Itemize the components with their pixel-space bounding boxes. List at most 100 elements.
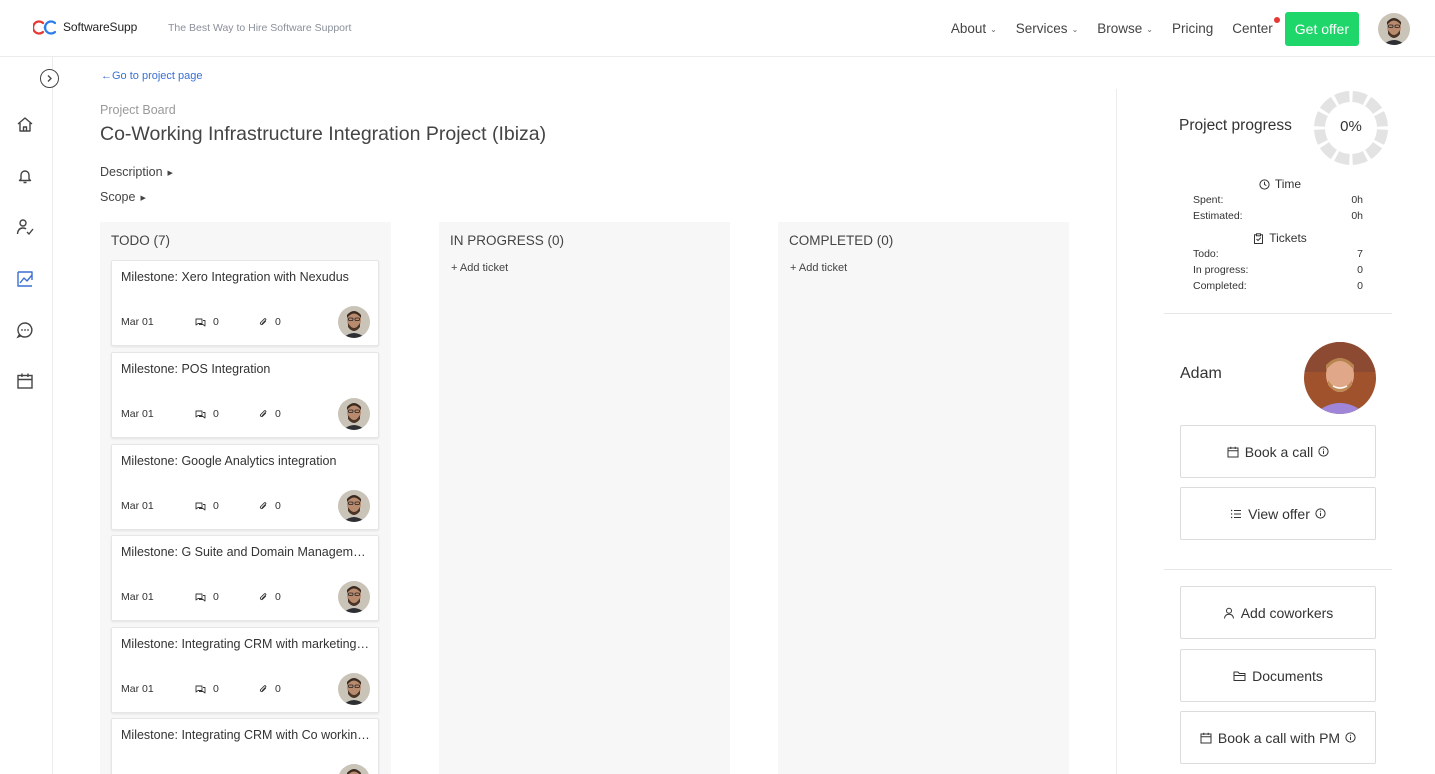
documents-label: Documents [1252, 667, 1323, 684]
stat-label: Todo: [1193, 248, 1219, 260]
assignee-avatar [338, 490, 370, 522]
clipboard-icon [1254, 232, 1264, 244]
comment-icon [195, 502, 206, 510]
get-offer-button[interactable]: Get offer [1284, 11, 1359, 46]
ticket-attachments: 0 [259, 591, 281, 603]
divider [1164, 313, 1392, 314]
ticket-card[interactable]: Milestone: G Suite and Domain Management… [111, 535, 379, 621]
ticket-card[interactable]: Milestone: POS Integration Mar 01 0 0 [111, 352, 379, 438]
nav-center[interactable]: Center [1232, 17, 1280, 36]
info-icon [1318, 446, 1329, 457]
stat-estimated: Estimated: 0h [1193, 210, 1363, 222]
sidebar-item-home[interactable] [15, 115, 35, 135]
description-label: Description [100, 165, 163, 179]
ticket-title: Milestone: Google Analytics integration [121, 454, 337, 468]
documents-button[interactable]: Documents [1180, 649, 1376, 702]
nav-services[interactable]: Services ⌄ [1016, 21, 1078, 36]
home-icon [17, 117, 33, 132]
chevron-down-icon: ⌄ [990, 25, 997, 34]
add-coworkers-button[interactable]: Add coworkers [1180, 586, 1376, 639]
nav-services-label: Services [1015, 21, 1068, 36]
page-title: Co-Working Infrastructure Integration Pr… [100, 123, 547, 145]
clock-icon [1259, 178, 1270, 190]
chart-icon [17, 271, 33, 287]
list-icon [1231, 509, 1242, 518]
ticket-comments: 0 [195, 408, 219, 420]
notification-dot [1273, 17, 1280, 23]
book-call-button[interactable]: Book a call [1180, 425, 1376, 478]
assignee-avatar [338, 398, 370, 430]
pm-avatar [1304, 342, 1376, 414]
ticket-card[interactable]: Milestone: Xero Integration with Nexudus… [111, 260, 379, 346]
stat-value: 0h [1351, 194, 1363, 206]
chevron-down-icon: ⌄ [1146, 25, 1153, 34]
sidebar-item-projects[interactable] [15, 269, 35, 289]
ticket-card[interactable]: Milestone: Google Analytics integration M… [111, 444, 379, 530]
stat-label: In progress: [1193, 264, 1249, 276]
attachment-count: 0 [275, 683, 281, 695]
ticket-date: Mar 01 [121, 683, 154, 695]
add-ticket-button[interactable]: + Add ticket [790, 262, 847, 274]
add-ticket-button[interactable]: + Add ticket [451, 262, 508, 274]
comment-icon [195, 410, 206, 418]
nav-center-label: Center [1232, 21, 1273, 36]
caret-right-icon: ▶ [167, 170, 173, 177]
stat-value: 0 [1357, 280, 1363, 292]
progress-segment [1365, 142, 1383, 160]
left-sidebar [0, 57, 59, 774]
ticket-comments: 0 [195, 316, 219, 328]
logo[interactable]: SoftwareSupp [33, 18, 137, 36]
column-title: IN PROGRESS (0) [450, 233, 565, 248]
attachment-count: 0 [275, 408, 281, 420]
sidebar-item-messages[interactable] [15, 320, 35, 340]
nav-browse-label: Browse [1097, 21, 1143, 36]
ticket-attachments: 0 [259, 683, 281, 695]
nav-pricing[interactable]: Pricing [1172, 21, 1213, 36]
description-toggle[interactable]: Description ▶ [100, 165, 173, 179]
view-offer-button[interactable]: View offer [1180, 487, 1376, 540]
sidebar-item-team[interactable] [15, 217, 35, 237]
ticket-date: Mar 01 [121, 408, 154, 420]
scope-label: Scope [100, 190, 136, 204]
sidebar-toggle-button[interactable] [40, 69, 59, 88]
back-to-project-link[interactable]: ←Go to project page [101, 70, 203, 82]
pm-name: Adam [1180, 365, 1222, 382]
view-offer-label: View offer [1248, 505, 1310, 522]
paperclip-icon [259, 592, 267, 600]
add-coworkers-label: Add coworkers [1240, 604, 1334, 621]
stat-in-progress: In progress: 0 [1193, 264, 1363, 276]
bell-icon [18, 170, 32, 184]
assignee-avatar [338, 673, 370, 705]
stat-label: Spent: [1193, 194, 1224, 206]
user-avatar[interactable] [1378, 12, 1410, 45]
tickets-label: Tickets [1269, 231, 1307, 245]
sidebar-item-calendar[interactable] [15, 371, 35, 391]
book-call-pm-label: Book a call with PM [1217, 729, 1341, 746]
ticket-attachments: 0 [259, 316, 281, 328]
top-navbar: SoftwareSupp The Best Way to Hire Softwa… [0, 0, 1435, 57]
book-call-pm-button[interactable]: Book a call with PM [1180, 711, 1376, 764]
sidebar-item-notifications[interactable] [15, 166, 35, 186]
ticket-comments: 0 [195, 500, 219, 512]
progress-segment [1352, 91, 1368, 105]
ticket-comments: 0 [195, 591, 219, 603]
progress-value: 0% [1340, 118, 1362, 135]
ticket-card[interactable]: Milestone: Integrating CRM with marketin… [111, 627, 379, 713]
ticket-card[interactable]: Milestone: Integrating CRM with Co worki… [111, 718, 379, 774]
nav-browse[interactable]: Browse ⌄ [1097, 21, 1153, 36]
scope-toggle[interactable]: Scope ▶ [100, 190, 146, 204]
progress-segment [1352, 151, 1368, 165]
nav-about-label: About [950, 21, 987, 36]
main-nav: About ⌄ Services ⌄ Browse ⌄ Pricing Cent… [951, 0, 1435, 57]
assignee-avatar [338, 306, 370, 338]
caret-right-icon: ▶ [140, 195, 146, 202]
paperclip-icon [259, 317, 267, 325]
ticket-date: Mar 01 [121, 500, 154, 512]
chevron-down-icon: ⌄ [1071, 25, 1079, 34]
ticket-date: Mar 01 [121, 316, 154, 328]
board-label: Project Board [100, 103, 176, 117]
paperclip-icon [259, 501, 267, 509]
nav-about[interactable]: About ⌄ [951, 21, 997, 36]
stat-spent: Spent: 0h [1193, 194, 1363, 206]
comment-count: 0 [213, 316, 219, 328]
